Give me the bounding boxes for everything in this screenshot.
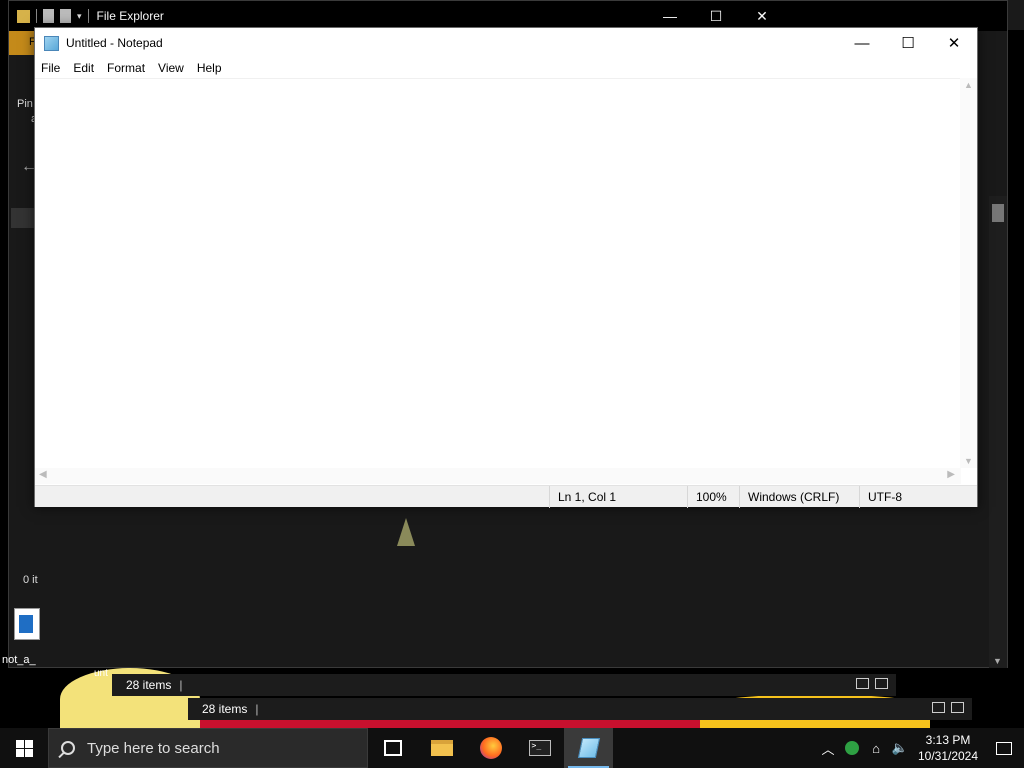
people-icon[interactable] <box>840 728 864 768</box>
cursor-position: Ln 1, Col 1 <box>549 486 687 508</box>
large-icons-view-icon[interactable] <box>875 678 888 689</box>
desktop-sprite <box>397 518 415 546</box>
notepad-window: Untitled - Notepad — ☐ ✕ File Edit Forma… <box>34 27 978 508</box>
explorer-status-bar: 28 items | <box>112 674 896 696</box>
desktop-file-icon[interactable] <box>14 608 40 640</box>
menu-help[interactable]: Help <box>197 61 229 75</box>
taskbar: Type here to search >_ ︿ ⌂ 🔈 3:13 PM 10/… <box>0 728 1024 768</box>
pin-label[interactable]: Pin <box>17 98 33 110</box>
window-controls: — ☐ ✕ <box>839 28 977 58</box>
scroll-left-icon[interactable]: ◀ <box>39 469 47 480</box>
desktop: — ☐ ✕ ✕ ✕ ✕ ? ✕ ✕ ▾ File Explorer — ☐ ✕ … <box>0 0 1024 768</box>
clock-time: 3:13 PM <box>925 733 971 747</box>
network-icon[interactable]: ⌂ <box>864 728 888 768</box>
windows-logo-icon <box>15 739 33 757</box>
notepad-icon <box>577 738 600 758</box>
separator: | <box>255 702 259 716</box>
notepad-app-icon <box>44 35 59 51</box>
partial-label: unt <box>94 668 108 679</box>
terminal-button[interactable]: >_ <box>515 728 564 768</box>
vertical-scrollbar[interactable]: ▼ <box>989 196 1007 668</box>
status-bar: Ln 1, Col 1 100% Windows (CRLF) UTF-8 <box>35 485 977 508</box>
clock-date: 10/31/2024 <box>917 749 979 763</box>
separator <box>36 9 37 23</box>
search-icon <box>61 741 75 755</box>
clock[interactable]: 3:13 PM 10/31/2024 <box>912 732 984 764</box>
taskbar-apps: >_ <box>368 728 613 768</box>
notification-icon <box>996 741 1012 755</box>
firefox-icon <box>479 737 502 759</box>
view-toggle <box>932 702 964 713</box>
zoom-level: 100% <box>687 486 739 508</box>
line-ending: Windows (CRLF) <box>739 486 859 508</box>
menu-format[interactable]: Format <box>107 61 152 75</box>
menu-view[interactable]: View <box>158 61 191 75</box>
large-icons-view-icon[interactable] <box>951 702 964 713</box>
scroll-down-icon[interactable]: ▼ <box>993 656 1002 666</box>
volume-icon[interactable]: 🔈 <box>888 728 912 768</box>
item-count: 28 items <box>126 678 172 692</box>
properties-icon[interactable] <box>43 9 54 23</box>
scroll-up-icon[interactable]: ▲ <box>964 80 973 90</box>
terminal-icon: >_ <box>528 740 551 756</box>
notepad-titlebar: Untitled - Notepad — ☐ ✕ <box>35 28 977 58</box>
task-view-button[interactable] <box>368 728 417 768</box>
view-toggle <box>856 678 888 689</box>
start-button[interactable] <box>0 728 48 768</box>
window-title: File Explorer <box>96 9 164 23</box>
file-explorer-button[interactable] <box>417 728 466 768</box>
explorer-status-bar: 28 items | <box>188 698 972 720</box>
chevron-down-icon[interactable]: ▾ <box>77 11 82 22</box>
menu-bar: File Edit Format View Help <box>35 58 977 78</box>
menu-file[interactable]: File <box>41 61 67 75</box>
search-box[interactable]: Type here to search <box>48 728 368 768</box>
notification-center-button[interactable] <box>984 741 1024 755</box>
window-title: Untitled - Notepad <box>66 36 163 50</box>
folder-icon[interactable] <box>17 9 30 23</box>
scroll-right-icon[interactable]: ▶ <box>947 469 955 480</box>
desktop-icon-label[interactable]: not_a_ <box>2 654 36 666</box>
quick-access-toolbar: ▾ <box>17 9 89 23</box>
search-placeholder: Type here to search <box>87 739 220 757</box>
text-editor-area[interactable] <box>35 78 961 468</box>
horizontal-scrollbar[interactable]: ◀ ▶ <box>35 468 961 484</box>
menu-edit[interactable]: Edit <box>73 61 101 75</box>
details-view-icon[interactable] <box>856 678 869 689</box>
separator <box>87 9 89 23</box>
encoding: UTF-8 <box>859 486 977 508</box>
minimize-button[interactable]: — <box>839 28 885 58</box>
separator: | <box>179 678 183 692</box>
close-button[interactable]: ✕ <box>931 28 977 58</box>
scroll-down-icon[interactable]: ▼ <box>964 456 973 466</box>
new-folder-icon[interactable] <box>60 9 71 23</box>
firefox-button[interactable] <box>466 728 515 768</box>
scrollbar-thumb[interactable] <box>992 204 1004 222</box>
maximize-button[interactable]: ☐ <box>885 28 931 58</box>
folder-icon <box>430 740 453 756</box>
notepad-button[interactable] <box>564 728 613 768</box>
task-view-icon <box>383 740 402 756</box>
details-view-icon[interactable] <box>932 702 945 713</box>
vertical-scrollbar[interactable]: ▲ ▼ <box>960 78 977 468</box>
system-tray: ︿ ⌂ 🔈 3:13 PM 10/31/2024 <box>816 728 1024 768</box>
item-count: 28 items <box>202 702 248 716</box>
status-item-count: 0 it <box>23 574 38 586</box>
chevron-up-icon[interactable]: ︿ <box>816 728 840 768</box>
